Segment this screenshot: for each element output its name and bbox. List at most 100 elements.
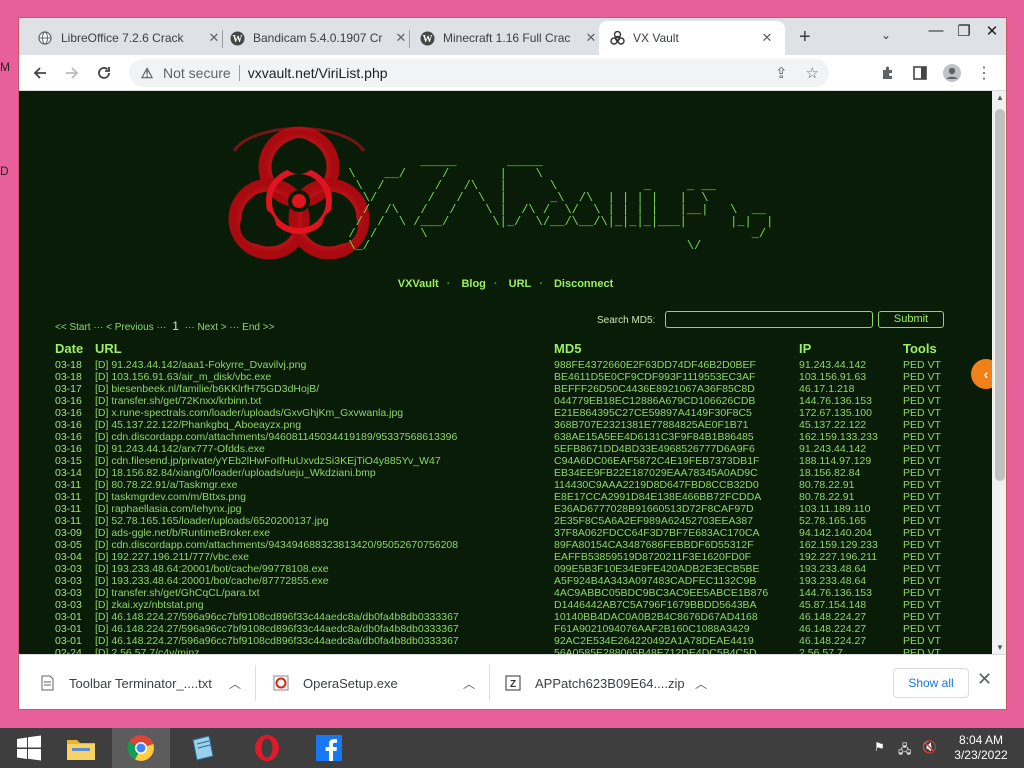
row-tools-links[interactable]: PED VT — [903, 491, 963, 503]
row-url-link[interactable]: [D] cdn.filesend.jp/private/yYEb2lHwFoIf… — [95, 455, 550, 467]
notepad-icon[interactable] — [174, 728, 232, 768]
row-url-link[interactable]: [D] x.rune-spectrals.com/loader/uploads/… — [95, 407, 550, 419]
row-tools-links[interactable]: PED VT — [903, 515, 963, 527]
download-item-txt[interactable]: Toolbar Terminator_....txt ︿ — [39, 655, 241, 709]
url-text[interactable]: vxvault.net/ViriList.php — [248, 65, 388, 81]
nav-link-vxvault[interactable]: VXVault — [398, 278, 439, 290]
extensions-puzzle-icon[interactable] — [877, 62, 899, 84]
row-tools-links[interactable]: PED VT — [903, 623, 963, 635]
row-tools-links[interactable]: PED VT — [903, 383, 963, 395]
nav-link-disconnect[interactable]: Disconnect — [554, 278, 613, 290]
row-url-link[interactable]: [D] cdn.discordapp.com/attachments/94349… — [95, 539, 550, 551]
row-tools-links[interactable]: PED VT — [903, 611, 963, 623]
download-item-zip[interactable]: Z APPatch623B09E64....zip ︿ — [505, 655, 707, 709]
close-window-button[interactable]: ✕ — [977, 22, 1006, 40]
forward-icon[interactable] — [61, 62, 83, 84]
row-tools-links[interactable]: PED VT — [903, 647, 963, 654]
search-md5-input[interactable] — [665, 311, 873, 328]
reload-icon[interactable] — [93, 62, 115, 84]
row-tools-links[interactable]: PED VT — [903, 443, 963, 455]
file-explorer-icon[interactable] — [52, 728, 110, 768]
row-tools-links[interactable]: PED VT — [903, 371, 963, 383]
row-tools-links[interactable]: PED VT — [903, 527, 963, 539]
row-url-link[interactable]: [D] 2.56.57.7/c4v/minz — [95, 647, 550, 654]
row-tools-links[interactable]: PED VT — [903, 539, 963, 551]
tab-bandicam[interactable]: W Bandicam 5.4.0.1907 Cr ✕ — [229, 21, 410, 55]
row-url-link[interactable]: [D] ads-ggle.net/b/RuntimeBroker.exe — [95, 527, 550, 539]
back-icon[interactable] — [29, 62, 51, 84]
row-url-link[interactable]: [D] raphaellasia.com/Iehynx.jpg — [95, 503, 550, 515]
row-url-link[interactable]: [D] biesenbeek.nl/familie/b6KKlrfH75GD3d… — [95, 383, 550, 395]
show-all-downloads-button[interactable]: Show all — [893, 668, 969, 698]
row-url-link[interactable]: [D] 103.156.91.63/air_m_disk/vbc.exe — [95, 371, 550, 383]
chrome-icon[interactable] — [112, 728, 170, 768]
row-tools-links[interactable]: PED VT — [903, 455, 963, 467]
volume-muted-tray-icon[interactable]: 🔇 — [922, 740, 937, 754]
row-url-link[interactable]: [D] 46.148.224.27/596a96cc7bf9108cd896f3… — [95, 611, 550, 623]
row-url-link[interactable]: [D] 91.243.44.142/arx777-Ofdds.exe — [95, 443, 550, 455]
row-url-link[interactable]: [D] transfer.sh/get/GhCqCL/para.txt — [95, 587, 550, 599]
warning-icon[interactable]: ⚠ — [139, 65, 155, 82]
minimize-button[interactable]: — — [921, 22, 951, 39]
row-tools-links[interactable]: PED VT — [903, 467, 963, 479]
row-url-link[interactable]: [D] transfer.sh/get/72Knxx/krbinn.txt — [95, 395, 550, 407]
row-url-link[interactable]: [D] taskmgrdev.com/m/Bttxs.png — [95, 491, 550, 503]
row-url-link[interactable]: [D] 46.148.224.27/596a96cc7bf9108cd896f3… — [95, 623, 550, 635]
pager-end-link[interactable]: End >> — [242, 322, 274, 333]
row-tools-links[interactable]: PED VT — [903, 575, 963, 587]
facebook-icon[interactable] — [300, 728, 358, 768]
row-tools-links[interactable]: PED VT — [903, 479, 963, 491]
scrollbar-thumb[interactable] — [995, 109, 1005, 481]
row-url-link[interactable]: [D] 192.227.196.211/777/vbc.exe — [95, 551, 550, 563]
menu-kebab-icon[interactable]: ⋮ — [973, 62, 995, 84]
tab-minecraft[interactable]: W Minecraft 1.16 Full Crac ✕ — [419, 21, 600, 55]
scroll-down-arrow-icon[interactable]: ▼ — [992, 643, 1006, 652]
address-bar[interactable]: ⚠ Not secure vxvault.net/ViriList.php ⇪ … — [129, 59, 829, 87]
row-tools-links[interactable]: PED VT — [903, 359, 963, 371]
row-tools-links[interactable]: PED VT — [903, 419, 963, 431]
row-tools-links[interactable]: PED VT — [903, 395, 963, 407]
close-icon[interactable]: ✕ — [977, 669, 992, 690]
scroll-up-arrow-icon[interactable]: ▲ — [992, 93, 1006, 102]
system-clock[interactable]: 8:04 AM 3/23/2022 — [946, 733, 1016, 763]
share-icon[interactable]: ⇪ — [775, 64, 788, 82]
nav-link-blog[interactable]: Blog — [461, 278, 485, 290]
maximize-button[interactable]: ❐ — [949, 22, 979, 40]
close-icon[interactable]: ✕ — [583, 30, 599, 46]
chevron-up-icon[interactable]: ︿ — [695, 675, 707, 692]
nav-link-url[interactable]: URL — [509, 278, 532, 290]
profile-avatar-icon[interactable] — [941, 62, 963, 84]
row-tools-links[interactable]: PED VT — [903, 551, 963, 563]
row-url-link[interactable]: [D] 46.148.224.27/596a96cc7bf9108cd896f3… — [95, 635, 550, 647]
page-scrollbar[interactable]: ▲ ▼ — [992, 91, 1006, 654]
row-url-link[interactable]: [D] 80.78.22.91/a/Taskmgr.exe — [95, 479, 550, 491]
row-url-link[interactable]: [D] cdn.discordapp.com/attachments/94608… — [95, 431, 550, 443]
network-tray-icon[interactable]: 🖧 — [898, 740, 911, 761]
pager-start-link[interactable]: << Start — [55, 322, 91, 333]
submit-button[interactable]: Submit — [878, 311, 944, 328]
row-url-link[interactable]: [D] 193.233.48.64:20001/bot/cache/877728… — [95, 575, 550, 587]
row-tools-links[interactable]: PED VT — [903, 599, 963, 611]
pager-next-link[interactable]: Next > — [197, 322, 226, 333]
row-url-link[interactable]: [D] zkai.xyz/nbtstat.png — [95, 599, 550, 611]
close-icon[interactable]: ✕ — [759, 30, 775, 46]
row-tools-links[interactable]: PED VT — [903, 587, 963, 599]
close-icon[interactable]: ✕ — [206, 30, 222, 46]
row-url-link[interactable]: [D] 91.243.44.142/aaa1-Fokyrre_Dvavilvj.… — [95, 359, 550, 371]
row-tools-links[interactable]: PED VT — [903, 407, 963, 419]
row-url-link[interactable]: [D] 18.156.82.84/xiang/0/loader/uploads/… — [95, 467, 550, 479]
pager-previous-link[interactable]: < Previous — [106, 322, 154, 333]
row-tools-links[interactable]: PED VT — [903, 635, 963, 647]
row-url-link[interactable]: [D] 45.137.22.122/Phankgbq_Aboeayzx.png — [95, 419, 550, 431]
bookmark-star-icon[interactable]: ☆ — [806, 64, 819, 82]
download-item-opera[interactable]: OperaSetup.exe ︿ — [273, 655, 475, 709]
tab-search-chevron-icon[interactable]: ⌄ — [881, 28, 891, 42]
close-icon[interactable]: ✕ — [393, 30, 409, 46]
row-tools-links[interactable]: PED VT — [903, 431, 963, 443]
row-tools-links[interactable]: PED VT — [903, 503, 963, 515]
row-url-link[interactable]: [D] 52.78.165.165/loader/uploads/6520200… — [95, 515, 550, 527]
start-icon[interactable] — [0, 728, 58, 768]
chevron-up-icon[interactable]: ︿ — [229, 675, 241, 692]
side-panel-icon[interactable] — [909, 62, 931, 84]
chevron-up-icon[interactable]: ︿ — [463, 675, 475, 692]
